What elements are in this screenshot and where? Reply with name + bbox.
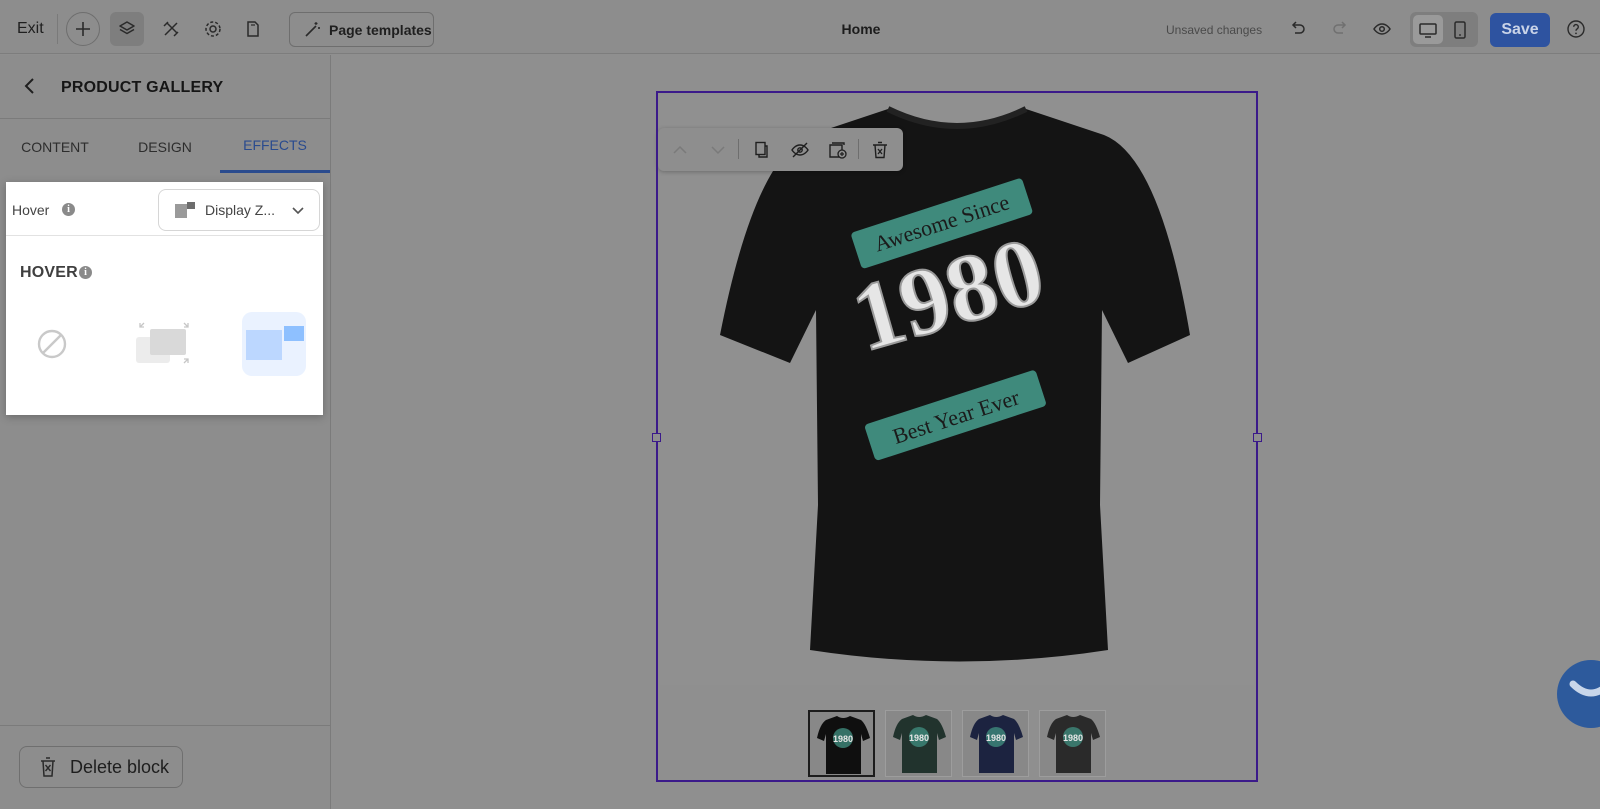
hover-effect-select[interactable]: Display Z... (158, 189, 320, 231)
effect-option-zoom[interactable] (130, 312, 194, 376)
effect-option-none[interactable] (20, 312, 84, 376)
thumbnail-4[interactable]: 1980 (1039, 710, 1106, 777)
thumbnail-1[interactable]: 1980 (808, 710, 875, 777)
resize-handle-right[interactable] (1253, 433, 1262, 442)
tshirt-thumbnail: 1980 (970, 715, 1023, 773)
chevron-left-icon (24, 78, 34, 94)
thumbnail-2[interactable]: 1980 (885, 710, 952, 777)
tab-effects[interactable]: EFFECTS (220, 120, 330, 173)
panel-title: PRODUCT GALLERY (61, 79, 224, 96)
desktop-icon (1419, 22, 1437, 38)
tshirt-thumbnail: 1980 (893, 715, 946, 773)
redo-icon (1333, 21, 1347, 34)
effect-option-display-zoom[interactable] (242, 312, 306, 376)
page-title[interactable]: Home (0, 21, 1600, 37)
svg-text:1980: 1980 (986, 733, 1006, 743)
info-icon[interactable]: i (62, 203, 75, 216)
undo-icon (1291, 21, 1305, 34)
svg-text:1980: 1980 (909, 733, 929, 743)
save-status: Unsaved changes (1166, 23, 1263, 37)
tshirt-thumbnail: 1980 (817, 716, 870, 774)
delete-block-label: Delete block (70, 756, 170, 777)
zoom-effect-icon (136, 322, 189, 364)
panel-header: PRODUCT GALLERY (0, 55, 331, 119)
thumbnail-3[interactable]: 1980 (962, 710, 1029, 777)
back-button[interactable] (22, 77, 38, 100)
save-button[interactable]: Save (1490, 13, 1550, 47)
display-zoom-effect-icon (246, 326, 304, 360)
device-switcher (1410, 12, 1478, 47)
hover-effect-popup: Hover i Display Z... HOVER i (6, 182, 323, 415)
help-button[interactable] (1559, 12, 1593, 46)
desktop-view-button[interactable] (1413, 15, 1443, 44)
delete-block-button[interactable]: Delete block (19, 746, 183, 788)
mobile-view-button[interactable] (1445, 15, 1475, 44)
display-zoom-icon (175, 202, 195, 218)
panel-tabs: CONTENT DESIGN EFFECTS (0, 120, 331, 173)
chevron-down-icon (292, 207, 304, 215)
settings-panel: PRODUCT GALLERY CONTENT DESIGN EFFECTS D… (0, 55, 331, 809)
mobile-icon (1454, 20, 1466, 39)
svg-text:1980: 1980 (1063, 733, 1083, 743)
resize-handle-left[interactable] (652, 433, 661, 442)
selected-block-outline (652, 91, 1262, 782)
tab-design[interactable]: DESIGN (110, 120, 220, 173)
panel-footer: Delete block (0, 725, 331, 809)
redo-button[interactable] (1323, 12, 1357, 46)
info-icon[interactable]: i (79, 266, 92, 279)
hover-section-heading: HOVER (20, 264, 78, 281)
svg-text:1980: 1980 (833, 734, 853, 744)
hover-label: Hover (12, 202, 50, 218)
preview-button[interactable] (1365, 12, 1399, 46)
hover-setting-row: Hover i Display Z... (6, 182, 323, 236)
eye-icon (1373, 23, 1391, 35)
hover-select-value: Display Z... (205, 202, 276, 218)
help-icon (1567, 20, 1585, 38)
trash-icon (41, 757, 55, 777)
top-toolbar: Exit Page templates Home Unsaved changes… (0, 0, 1600, 54)
tab-content[interactable]: CONTENT (0, 120, 110, 173)
undo-button[interactable] (1281, 12, 1315, 46)
no-effect-icon (37, 329, 67, 359)
tshirt-thumbnail: 1980 (1047, 715, 1100, 773)
